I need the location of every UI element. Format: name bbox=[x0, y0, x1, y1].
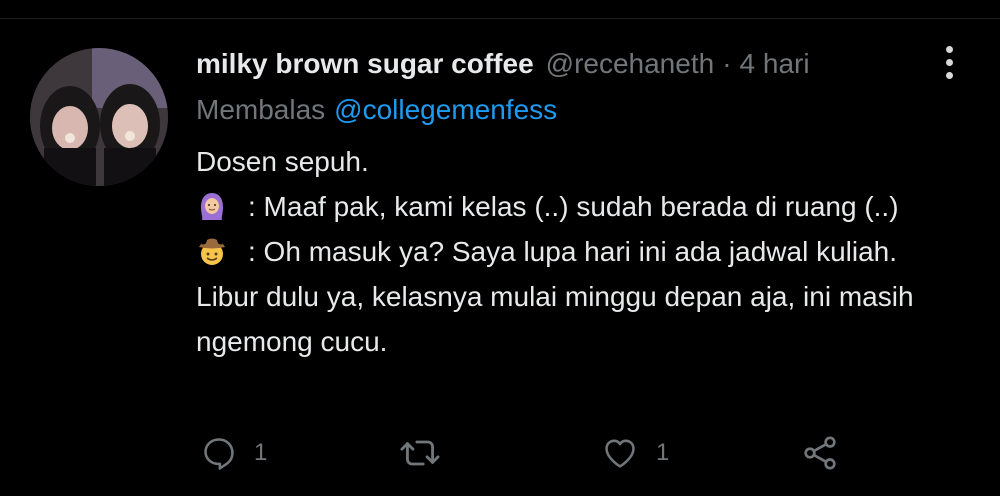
heart-icon bbox=[605, 439, 635, 468]
reply-prefix: Membalas bbox=[196, 94, 326, 125]
share-icon bbox=[804, 436, 836, 470]
display-name[interactable]: milky brown sugar coffee bbox=[196, 48, 534, 80]
tweet-line: Dosen sepuh. bbox=[196, 146, 369, 177]
reply-count: 1 bbox=[254, 439, 268, 466]
tweet-line: : Oh masuk ya? Saya lupa hari ini ada ja… bbox=[196, 229, 966, 364]
reply-context: Membalas @collegemenfess bbox=[196, 90, 557, 130]
more-dot-icon bbox=[945, 45, 953, 53]
tweet-time[interactable]: 4 hari bbox=[740, 48, 810, 80]
user-handle[interactable]: @recehaneth bbox=[546, 48, 715, 80]
tweet-line: : Maaf pak, kami kelas (..) sudah berada… bbox=[196, 184, 966, 229]
tweet-actions: 1 1 bbox=[0, 428, 1000, 478]
woman-with-headscarf-emoji bbox=[201, 193, 223, 220]
more-options-button[interactable] bbox=[932, 40, 966, 84]
share-button[interactable] bbox=[800, 428, 840, 478]
tweet-text: Dosen sepuh. : Maaf pak, kami kelas (..)… bbox=[196, 139, 966, 364]
more-dot-icon bbox=[945, 58, 953, 66]
tweet-header: milky brown sugar coffee @recehaneth · 4… bbox=[196, 44, 810, 84]
retweet-icon bbox=[400, 440, 440, 466]
reply-icon bbox=[204, 438, 234, 470]
reply-mention-link[interactable]: @collegemenfess bbox=[334, 94, 557, 126]
reply-button[interactable]: 1 bbox=[200, 428, 267, 478]
separator-dot: · bbox=[722, 48, 732, 79]
avatar[interactable] bbox=[30, 48, 168, 186]
cowboy-face-emoji bbox=[199, 238, 225, 265]
more-dot-icon bbox=[945, 71, 953, 79]
retweet-button[interactable] bbox=[398, 428, 458, 478]
tweet-line-text: : Oh masuk ya? Saya lupa hari ini ada ja… bbox=[196, 236, 914, 357]
top-divider bbox=[0, 18, 1000, 19]
tweet-line-text: : Maaf pak, kami kelas (..) sudah berada… bbox=[248, 191, 899, 222]
like-count: 1 bbox=[656, 439, 670, 466]
like-button[interactable]: 1 bbox=[600, 428, 669, 478]
